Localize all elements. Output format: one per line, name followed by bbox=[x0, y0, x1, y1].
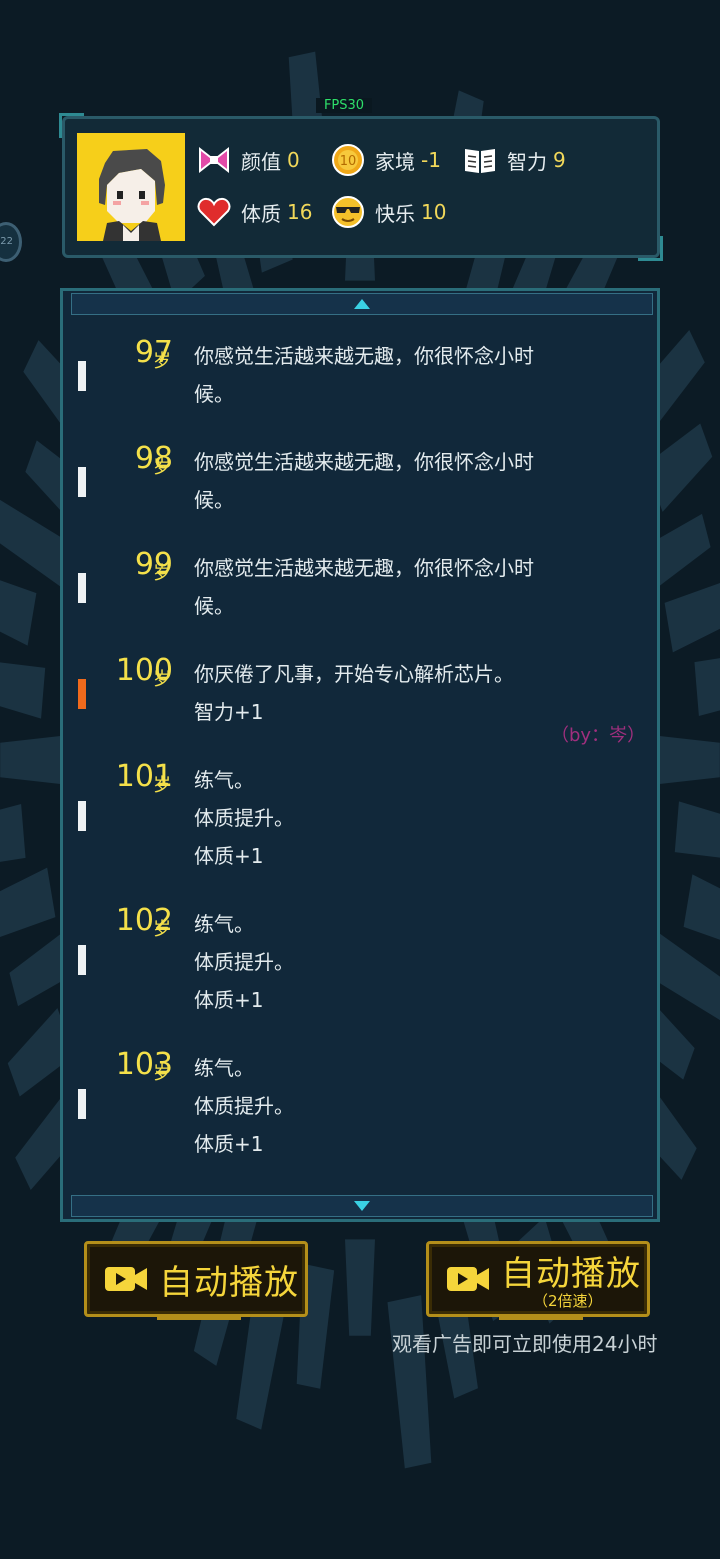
entry-line: 体质提升。 bbox=[194, 806, 294, 830]
entry-line: 体质+1 bbox=[194, 988, 264, 1012]
entry-line: 候。 bbox=[194, 488, 234, 512]
bow-icon bbox=[199, 146, 229, 174]
stat-physique: 体质 16 bbox=[197, 195, 312, 229]
scroll-down-button[interactable] bbox=[71, 1195, 653, 1217]
background-ray bbox=[683, 874, 720, 940]
speed-label: （2倍速） bbox=[533, 1292, 603, 1310]
entry-marker bbox=[78, 945, 86, 975]
stat-value: 0 bbox=[287, 148, 300, 172]
entry-marker-highlight bbox=[78, 679, 86, 709]
entry-line: 体质提升。 bbox=[194, 1094, 294, 1118]
background-ray bbox=[0, 803, 26, 862]
entry-text: 练气。 体质提升。 体质+1 bbox=[194, 1049, 614, 1163]
age-unit: 岁 bbox=[153, 775, 171, 796]
sunglasses-icon bbox=[332, 196, 364, 228]
entry-text: 练气。 体质提升。 体质+1 bbox=[194, 761, 614, 875]
arrow-down-icon bbox=[354, 1201, 370, 1211]
coin-icon: 10 bbox=[332, 144, 364, 176]
stat-family: 10 家境 -1 bbox=[331, 143, 441, 177]
age-unit: 岁 bbox=[153, 351, 171, 372]
stat-label: 智力 bbox=[507, 149, 547, 174]
stat-value: 10 bbox=[421, 200, 447, 224]
entry-text: 你厌倦了凡事，开始专心解析芯片。 智力+1 bbox=[194, 655, 614, 731]
entry-marker bbox=[78, 467, 86, 497]
stat-label: 体质 bbox=[241, 201, 281, 226]
entry-marker bbox=[78, 801, 86, 831]
entry-text: 你感觉生活越来越无趣，你很怀念小时 候。 bbox=[194, 549, 614, 625]
scroll-up-button[interactable] bbox=[71, 293, 653, 315]
auto-play-label: 自动播放 bbox=[159, 1262, 299, 1303]
entry-line: 你感觉生活越来越无趣，你很怀念小时 bbox=[194, 556, 534, 580]
background-ray bbox=[694, 658, 720, 717]
video-camera-icon bbox=[447, 1267, 489, 1291]
stat-label: 快乐 bbox=[375, 201, 415, 226]
age-unit: 岁 bbox=[153, 669, 171, 690]
video-camera-icon bbox=[105, 1267, 147, 1291]
heart-icon bbox=[197, 197, 231, 227]
button-tab bbox=[499, 1314, 583, 1320]
fps-counter: FPS30 bbox=[316, 98, 372, 113]
entry-line: 练气。 bbox=[194, 768, 254, 792]
entry-line: 候。 bbox=[194, 382, 234, 406]
auto-play-2x-label: 自动播放 bbox=[501, 1253, 641, 1294]
stat-value: -1 bbox=[421, 148, 441, 172]
auto-play-2x-button[interactable]: 自动播放 （2倍速） bbox=[426, 1241, 650, 1320]
entry-line: 体质提升。 bbox=[194, 950, 294, 974]
entry-line: 体质+1 bbox=[194, 844, 264, 868]
entry-text: 练气。 体质提升。 体质+1 bbox=[194, 905, 614, 1019]
byline: （by：岑） bbox=[551, 725, 646, 746]
stat-value: 16 bbox=[287, 200, 313, 224]
auto-play-button[interactable]: 自动播放 bbox=[84, 1241, 308, 1320]
background-ray bbox=[674, 801, 720, 858]
entry-text: 你感觉生活越来越无趣，你很怀念小时 候。 bbox=[194, 443, 614, 519]
arrow-up-icon bbox=[354, 299, 370, 309]
book-icon bbox=[465, 149, 495, 173]
entry-line: 你感觉生活越来越无趣，你很怀念小时 bbox=[194, 450, 534, 474]
entry-line: 你感觉生活越来越无趣，你很怀念小时 bbox=[194, 344, 534, 368]
age-unit: 岁 bbox=[153, 457, 171, 478]
entry-line: 练气。 bbox=[194, 912, 254, 936]
entry-marker bbox=[78, 1089, 86, 1119]
age-unit: 岁 bbox=[153, 563, 171, 584]
background-ray bbox=[0, 867, 56, 937]
entry-marker bbox=[78, 361, 86, 391]
entry-line: 体质+1 bbox=[194, 1132, 264, 1156]
life-log-panel[interactable]: 97 岁 你感觉生活越来越无趣，你很怀念小时 候。 98 岁 你感觉生活越来越无… bbox=[60, 288, 660, 1222]
stat-appearance: 颜值 0 bbox=[197, 143, 300, 177]
background-ray bbox=[659, 736, 720, 784]
age-unit: 岁 bbox=[153, 919, 171, 940]
ad-note: 观看广告即可立即使用24小时 bbox=[392, 1332, 658, 1356]
button-tab bbox=[157, 1314, 241, 1320]
background-ray bbox=[345, 1239, 375, 1336]
entry-text: 你感觉生活越来越无趣，你很怀念小时 候。 bbox=[194, 337, 614, 413]
stat-label: 家境 bbox=[375, 149, 415, 174]
background-ray bbox=[664, 583, 720, 653]
stat-label: 颜值 bbox=[241, 149, 281, 174]
entry-marker bbox=[78, 573, 86, 603]
entry-line: 练气。 bbox=[194, 1056, 254, 1080]
stats-panel: 颜值 0 10 家境 -1 智力 9 体质 16 快乐 10 bbox=[59, 113, 663, 261]
background-ray bbox=[0, 662, 46, 719]
svg-text:10: 10 bbox=[340, 154, 357, 169]
stat-happiness: 快乐 10 bbox=[331, 195, 446, 229]
background-ray bbox=[387, 1295, 432, 1469]
avatar[interactable] bbox=[77, 133, 185, 241]
stat-intelligence: 智力 9 bbox=[463, 143, 566, 177]
entry-line: 候。 bbox=[194, 594, 234, 618]
entry-line: 你厌倦了凡事，开始专心解析芯片。 bbox=[194, 662, 514, 686]
age-unit: 岁 bbox=[153, 1063, 171, 1084]
stat-value: 9 bbox=[553, 148, 566, 172]
pixel-avatar-icon bbox=[77, 133, 185, 241]
background-ray bbox=[0, 736, 61, 784]
background-ray bbox=[0, 580, 37, 646]
